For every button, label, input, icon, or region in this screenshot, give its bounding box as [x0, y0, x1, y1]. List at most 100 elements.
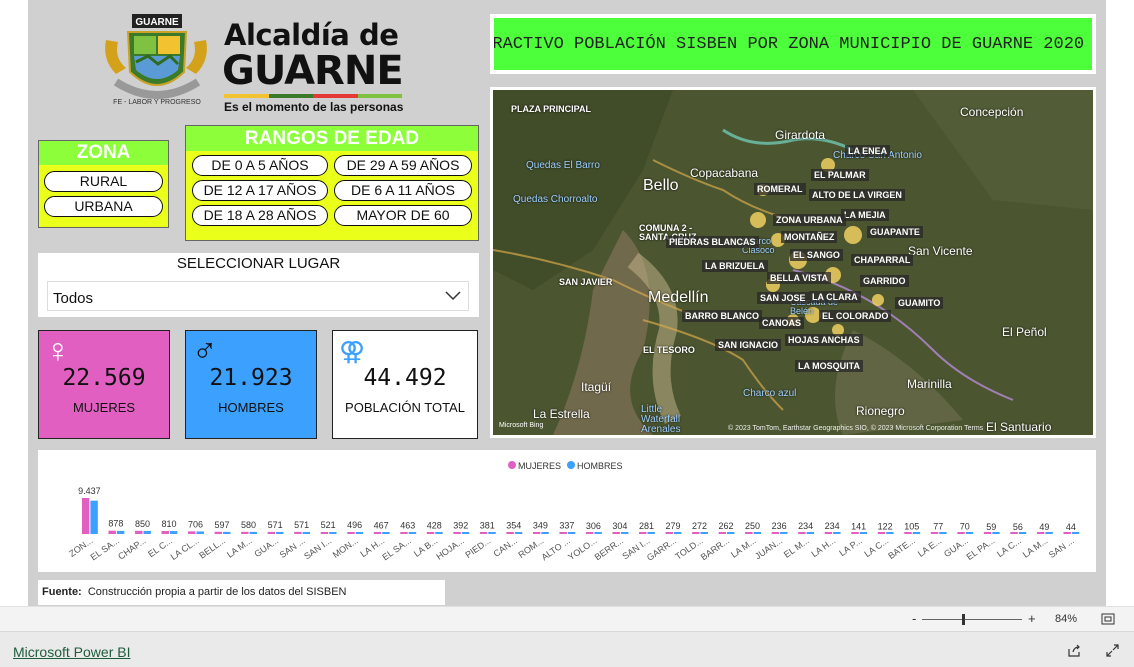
bar-mujeres-11[interactable] — [373, 532, 382, 534]
bar-hombres-2[interactable] — [143, 530, 151, 534]
rango-option-0-5[interactable]: DE 0 A 5 AÑOS — [192, 155, 328, 176]
zoom-out-button[interactable]: - — [912, 611, 916, 626]
bar-hombres-37[interactable] — [1071, 532, 1080, 534]
bar-hombres-12[interactable] — [408, 532, 417, 534]
bar-mujeres-26[interactable] — [771, 532, 780, 534]
zoom-slider-track[interactable] — [922, 619, 1022, 620]
bar-mujeres-13[interactable] — [426, 532, 435, 534]
bar-mujeres-14[interactable] — [453, 532, 461, 534]
bar-mujeres-20[interactable] — [612, 532, 620, 534]
bar-hombres-1[interactable] — [116, 530, 125, 534]
bar-mujeres-32[interactable] — [930, 532, 939, 534]
bar-mujeres-24[interactable] — [718, 532, 727, 534]
bar-mujeres-18[interactable] — [559, 532, 567, 534]
bar-hombres-8[interactable] — [302, 531, 311, 534]
bar-mujeres-27[interactable] — [798, 532, 806, 534]
bar-hombres-24[interactable] — [727, 532, 735, 534]
bar-mujeres-6[interactable] — [241, 531, 249, 534]
bar-mujeres-17[interactable] — [532, 532, 541, 534]
bar-hombres-26[interactable] — [780, 532, 788, 534]
bar-mujeres-16[interactable] — [506, 532, 514, 534]
bar-hombres-27[interactable] — [806, 532, 815, 534]
bar-mujeres-1[interactable] — [108, 530, 116, 534]
bar-hombres-33[interactable] — [965, 532, 974, 534]
bar-mujeres-2[interactable] — [135, 530, 143, 534]
bar-hombres-34[interactable] — [992, 532, 1000, 534]
bar-mujeres-23[interactable] — [692, 532, 700, 534]
bar-hombres-18[interactable] — [567, 532, 576, 534]
bar-hombres-9[interactable] — [329, 532, 337, 534]
bar-hombres-20[interactable] — [620, 532, 629, 534]
bar-mujeres-9[interactable] — [320, 532, 329, 534]
bar-mujeres-8[interactable] — [294, 531, 302, 534]
bar-data-label-22: 279 — [665, 521, 680, 531]
fullscreen-icon[interactable] — [1105, 643, 1120, 658]
bar-hombres-35[interactable] — [1018, 532, 1027, 534]
rango-option-18-28[interactable]: DE 18 A 28 AÑOS — [192, 205, 328, 226]
rango-option-12-17[interactable]: DE 12 A 17 AÑOS — [192, 180, 328, 201]
rango-option-6-11[interactable]: DE 6 A 11 AÑOS — [334, 180, 472, 201]
bar-mujeres-0[interactable] — [81, 498, 90, 534]
bar-hombres-15[interactable] — [488, 532, 496, 534]
bar-hombres-21[interactable] — [647, 532, 655, 534]
bar-hombres-31[interactable] — [912, 532, 921, 534]
alcaldia-logo: GUARNE FE - LABOR Y PROGRESO Alcaldía de… — [96, 12, 416, 114]
bar-mujeres-15[interactable] — [479, 532, 488, 534]
bar-hombres-13[interactable] — [435, 532, 443, 534]
bar-mujeres-12[interactable] — [400, 532, 408, 534]
bar-hombres-7[interactable] — [276, 531, 284, 534]
rango-option-mayor-60[interactable]: MAYOR DE 60 — [334, 205, 472, 226]
bar-hombres-5[interactable] — [223, 531, 231, 534]
bar-mujeres-22[interactable] — [665, 532, 673, 534]
bar-mujeres-28[interactable] — [824, 532, 833, 534]
bar-hombres-11[interactable] — [382, 532, 390, 534]
bar-hombres-29[interactable] — [859, 532, 868, 534]
bar-hombres-32[interactable] — [939, 532, 947, 534]
zona-option-urbana[interactable]: URBANA — [44, 196, 163, 217]
bar-hombres-16[interactable] — [514, 532, 523, 534]
bar-hombres-14[interactable] — [461, 532, 470, 534]
bar-hombres-28[interactable] — [833, 532, 841, 534]
bar-mujeres-25[interactable] — [745, 532, 753, 534]
bar-chart-visual[interactable]: MUJERES HOMBRES 9.437 ZON... 878 EL SA... 85… — [38, 450, 1096, 572]
bar-mujeres-7[interactable] — [267, 531, 276, 534]
bar-hombres-30[interactable] — [886, 532, 894, 534]
bar-mujeres-33[interactable] — [957, 532, 965, 534]
lugar-dropdown[interactable]: Todos — [47, 281, 469, 311]
map-visual[interactable]: PLAZA PRINCIPAL COMUNA 2 - SANTA CRUZ SA… — [490, 87, 1096, 438]
bar-mujeres-29[interactable] — [851, 532, 859, 534]
zona-option-rural[interactable]: RURAL — [44, 171, 163, 192]
zoom-slider-handle[interactable] — [962, 614, 965, 625]
zoom-in-button[interactable]: + — [1028, 611, 1036, 626]
share-icon[interactable] — [1067, 643, 1082, 658]
bar-hombres-25[interactable] — [753, 532, 761, 534]
bar-mujeres-37[interactable] — [1063, 532, 1071, 534]
bar-mujeres-10[interactable] — [347, 532, 355, 534]
bar-hombres-36[interactable] — [1045, 532, 1053, 534]
bar-mujeres-21[interactable] — [639, 532, 647, 534]
bar-hombres-0[interactable] — [90, 500, 98, 534]
powerbi-link[interactable]: Microsoft Power BI — [13, 644, 130, 660]
bar-mujeres-19[interactable] — [585, 532, 594, 534]
category-label-28: LA H... — [809, 535, 837, 559]
bar-hombres-4[interactable] — [196, 531, 204, 534]
rango-option-29-59[interactable]: DE 29 A 59 AÑOS — [334, 155, 472, 176]
bar-hombres-22[interactable] — [673, 532, 682, 534]
map-city-rionegro: Rionegro — [856, 404, 905, 418]
bar-mujeres-5[interactable] — [214, 531, 223, 534]
map-attribution[interactable]: © 2023 TomTom, Earthstar Geographics SIO… — [728, 425, 983, 432]
bar-mujeres-30[interactable] — [877, 532, 886, 534]
bar-hombres-10[interactable] — [355, 532, 364, 534]
bar-mujeres-3[interactable] — [161, 530, 169, 534]
fit-to-page-icon[interactable] — [1101, 613, 1115, 625]
bar-mujeres-34[interactable] — [983, 532, 992, 534]
bar-mujeres-35[interactable] — [1010, 532, 1018, 534]
bar-hombres-6[interactable] — [249, 531, 257, 534]
bar-hombres-3[interactable] — [169, 531, 178, 534]
bar-mujeres-31[interactable] — [904, 532, 912, 534]
bar-hombres-19[interactable] — [594, 532, 602, 534]
bar-mujeres-36[interactable] — [1036, 532, 1045, 534]
bar-hombres-23[interactable] — [700, 532, 708, 534]
bar-hombres-17[interactable] — [541, 532, 549, 534]
bar-mujeres-4[interactable] — [188, 531, 196, 534]
